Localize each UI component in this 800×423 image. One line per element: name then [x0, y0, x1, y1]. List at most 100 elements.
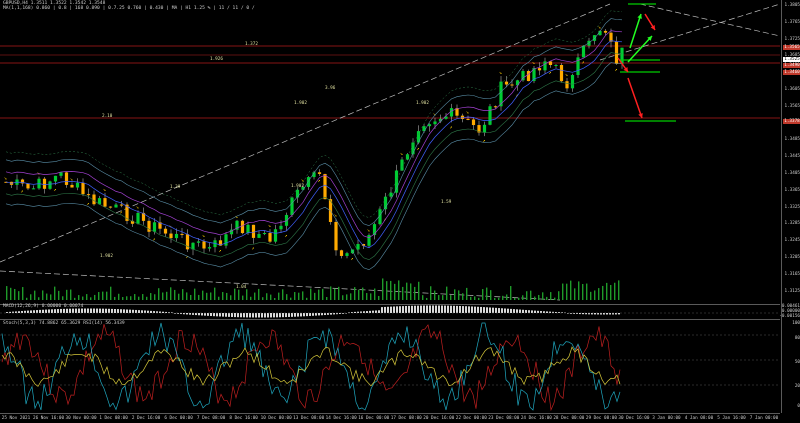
macd-bar — [468, 306, 470, 313]
volume-bar — [474, 296, 476, 300]
volume-bar — [54, 286, 56, 300]
price-axis-label: 1.3405 — [784, 171, 800, 176]
macd-bar — [342, 313, 344, 314]
fractal-marker: ↘ — [268, 223, 271, 229]
macd-bar — [93, 308, 95, 313]
level-annotation: 1.902 — [291, 184, 304, 189]
macd-bar — [327, 313, 329, 315]
candle-body — [279, 225, 283, 230]
time-axis-label: 17 Dec 08:00 — [390, 416, 422, 421]
volume-bar — [198, 294, 200, 300]
volume-bar — [226, 292, 228, 300]
time-axis-label: 26 Nov 16:00 — [32, 416, 65, 421]
macd-bar — [156, 311, 158, 313]
macd-bar — [363, 311, 365, 313]
level-annotation: 3.96 — [325, 86, 336, 91]
candle-body — [224, 234, 228, 246]
volume-bar — [10, 287, 12, 300]
volume-bar — [374, 288, 376, 300]
candle-body — [42, 178, 47, 189]
forecast-arrow-up-1 — [629, 13, 642, 49]
macd-bar — [63, 308, 65, 313]
macd-bar — [102, 308, 104, 313]
volume-bar — [542, 292, 544, 300]
volume-bar — [262, 297, 264, 300]
price-axis[interactable]: 1.38051.37651.37251.36851.36451.36051.35… — [779, 0, 800, 413]
price-chart-pane[interactable]: ↘ ↗ ↘ ↗ ↘ ↗ ↘ ↗ ↘ ↗ ↘ ↗ ↘ ↗ ↘ ↗ ↘ ↗ ↘ ↗ ↘ ↗ ↘ ↗ ↘ ↗ ↘ ↗ ↘ ↗ ↘ ↗ ↘ ↗ ↘ ↗ ↘ ↗ G… — [0, 0, 780, 303]
macd-bar — [438, 305, 440, 313]
macd-bar — [501, 308, 503, 313]
candle-body — [592, 35, 597, 41]
volume-bar — [302, 291, 304, 300]
macd-bar — [606, 313, 608, 315]
lower-trendline — [0, 270, 561, 301]
macd-bar — [141, 310, 143, 313]
macd-bar — [219, 313, 221, 317]
candle-body — [526, 71, 531, 82]
volume-bar — [530, 290, 532, 300]
macd-bar — [111, 308, 113, 313]
volume-bar — [202, 290, 204, 300]
price-axis-label: 1.3565 — [784, 103, 800, 109]
time-axis-label: 30 Nov 00:00 — [65, 416, 97, 421]
stoch-rsi-pane[interactable]: Stoch(5,3,3) 74.8862 65.3629 RSI(14) 56.… — [0, 319, 780, 414]
volume-bar — [154, 294, 156, 300]
volume-bar — [366, 293, 368, 300]
macd-pane[interactable]: MACD(12,26,9) 0.00000 0.00074 — [0, 304, 780, 319]
macd-bar — [225, 313, 227, 317]
level-annotation: 1.902 — [100, 254, 113, 259]
volume-bar — [102, 291, 104, 300]
macd-bar — [192, 313, 194, 315]
volume-bar — [446, 286, 448, 300]
macd-bar — [108, 308, 110, 313]
candle-body — [114, 204, 118, 208]
candle-body — [53, 175, 58, 182]
volume-bar — [422, 295, 424, 300]
candle-body — [493, 106, 498, 108]
candle-body — [268, 233, 272, 242]
macd-bar — [240, 313, 242, 318]
chart-header: GBPUSD,H4 1.3511 1.3522 1.3542 1.3548 MA… — [3, 1, 255, 11]
macd-bar — [519, 309, 521, 313]
time-axis-label: 14 Dec 16:00 — [325, 416, 357, 421]
macd-bar — [174, 313, 176, 314]
volume-bar — [550, 292, 552, 300]
macd-bar — [150, 310, 152, 313]
price-tag: 1.3565 — [783, 45, 800, 50]
macd-bar — [48, 309, 50, 313]
macd-bar — [558, 312, 560, 313]
macd-bar — [309, 313, 311, 316]
time-axis-label: 7 Dec 08:00 — [196, 416, 226, 421]
candle-body — [240, 220, 245, 234]
volume-bar — [14, 288, 16, 300]
stoch-axis-label: 20 — [794, 384, 800, 389]
volume-bar — [182, 289, 184, 300]
macd-bar — [195, 313, 197, 316]
macd-bar — [489, 307, 491, 313]
volume-bar — [522, 295, 524, 300]
candle-body — [394, 170, 399, 193]
volume-bar — [174, 289, 176, 300]
volume-bar — [554, 297, 556, 300]
time-axis[interactable]: 25 Nov 2021 26 Nov 16:00 30 Nov 00:00 1 Dec… — [0, 413, 780, 423]
volume-bar — [126, 296, 128, 300]
volume-bar — [406, 282, 408, 300]
macd-bar — [471, 306, 473, 313]
volume-bar — [82, 296, 84, 300]
stoch-label: Stoch(5,3,3) 74.8862 65.3629 RSI(14) 56.… — [3, 321, 125, 326]
rsi-line — [1, 346, 621, 387]
macd-bar — [57, 309, 59, 313]
macd-bar — [27, 310, 29, 313]
volume-bar — [490, 290, 492, 300]
macd-bar — [522, 309, 524, 313]
macd-bar — [222, 313, 224, 317]
candle-body — [147, 220, 151, 232]
macd-bar — [546, 311, 548, 313]
time-axis-label: 16 Dec 00:00 — [358, 416, 390, 421]
candle-body — [196, 241, 201, 243]
volume-bar — [510, 286, 512, 300]
macd-bar — [498, 308, 500, 313]
volume-bar — [598, 288, 600, 300]
macd-bar — [96, 308, 98, 313]
volume-bar — [362, 287, 364, 300]
